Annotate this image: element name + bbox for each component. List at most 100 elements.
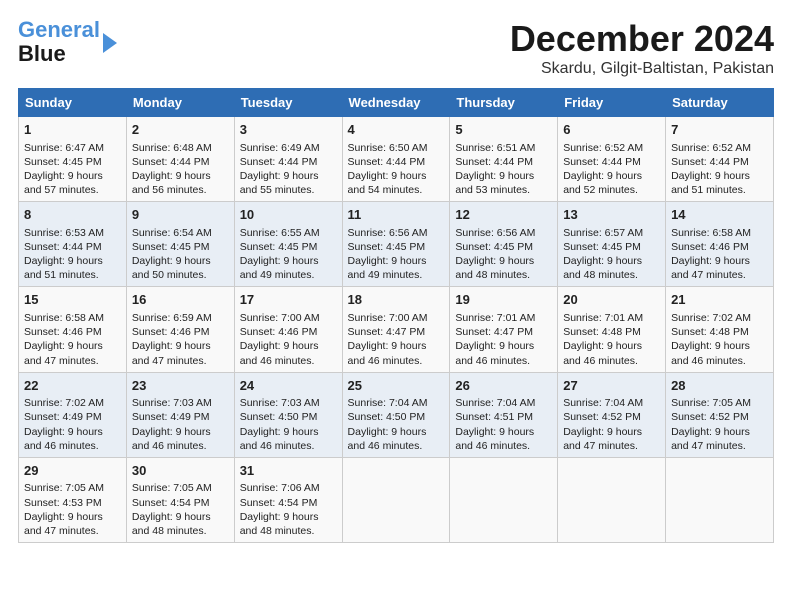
day-info: Sunrise: 7:04 AM	[455, 396, 552, 410]
day-number: 21	[671, 291, 768, 309]
day-info: and 47 minutes.	[24, 354, 121, 368]
calendar-cell: 24Sunrise: 7:03 AMSunset: 4:50 PMDayligh…	[234, 372, 342, 457]
day-info: Sunset: 4:49 PM	[24, 410, 121, 424]
calendar-cell: 23Sunrise: 7:03 AMSunset: 4:49 PMDayligh…	[126, 372, 234, 457]
logo-text-block: General Blue	[18, 18, 117, 66]
day-info: Sunrise: 6:58 AM	[671, 226, 768, 240]
day-info: Daylight: 9 hours	[455, 339, 552, 353]
day-info: Sunset: 4:44 PM	[563, 155, 660, 169]
day-info: Sunset: 4:46 PM	[24, 325, 121, 339]
calendar-cell: 7Sunrise: 6:52 AMSunset: 4:44 PMDaylight…	[666, 117, 774, 202]
day-info: Sunset: 4:44 PM	[132, 155, 229, 169]
calendar-cell: 12Sunrise: 6:56 AMSunset: 4:45 PMDayligh…	[450, 202, 558, 287]
week-row: 15Sunrise: 6:58 AMSunset: 4:46 PMDayligh…	[19, 287, 774, 372]
day-info: and 46 minutes.	[348, 439, 445, 453]
day-info: Daylight: 9 hours	[24, 254, 121, 268]
day-number: 4	[348, 121, 445, 139]
calendar-cell: 11Sunrise: 6:56 AMSunset: 4:45 PMDayligh…	[342, 202, 450, 287]
day-info: Sunrise: 7:05 AM	[24, 481, 121, 495]
day-info: and 46 minutes.	[455, 354, 552, 368]
calendar-cell: 3Sunrise: 6:49 AMSunset: 4:44 PMDaylight…	[234, 117, 342, 202]
location: Skardu, Gilgit-Baltistan, Pakistan	[510, 60, 774, 78]
calendar-cell	[450, 457, 558, 542]
calendar-cell: 30Sunrise: 7:05 AMSunset: 4:54 PMDayligh…	[126, 457, 234, 542]
calendar-cell: 22Sunrise: 7:02 AMSunset: 4:49 PMDayligh…	[19, 372, 127, 457]
day-info: Sunset: 4:49 PM	[132, 410, 229, 424]
logo: General Blue	[18, 18, 117, 66]
calendar-cell: 14Sunrise: 6:58 AMSunset: 4:46 PMDayligh…	[666, 202, 774, 287]
day-info: Sunset: 4:45 PM	[455, 240, 552, 254]
day-info: and 47 minutes.	[24, 524, 121, 538]
day-info: Sunset: 4:45 PM	[348, 240, 445, 254]
day-info: and 46 minutes.	[455, 439, 552, 453]
day-info: Sunrise: 6:48 AM	[132, 141, 229, 155]
calendar-cell: 1Sunrise: 6:47 AMSunset: 4:45 PMDaylight…	[19, 117, 127, 202]
column-header-tuesday: Tuesday	[234, 89, 342, 117]
day-number: 18	[348, 291, 445, 309]
week-row: 29Sunrise: 7:05 AMSunset: 4:53 PMDayligh…	[19, 457, 774, 542]
day-info: Daylight: 9 hours	[24, 339, 121, 353]
calendar-cell: 16Sunrise: 6:59 AMSunset: 4:46 PMDayligh…	[126, 287, 234, 372]
column-header-friday: Friday	[558, 89, 666, 117]
calendar-cell: 26Sunrise: 7:04 AMSunset: 4:51 PMDayligh…	[450, 372, 558, 457]
day-info: Daylight: 9 hours	[671, 169, 768, 183]
week-row: 8Sunrise: 6:53 AMSunset: 4:44 PMDaylight…	[19, 202, 774, 287]
day-info: Daylight: 9 hours	[132, 425, 229, 439]
day-info: Daylight: 9 hours	[24, 510, 121, 524]
day-info: Daylight: 9 hours	[132, 254, 229, 268]
day-number: 22	[24, 377, 121, 395]
column-header-saturday: Saturday	[666, 89, 774, 117]
day-number: 1	[24, 121, 121, 139]
day-info: Sunrise: 6:53 AM	[24, 226, 121, 240]
day-number: 23	[132, 377, 229, 395]
day-number: 19	[455, 291, 552, 309]
day-info: Sunset: 4:45 PM	[132, 240, 229, 254]
day-info: and 48 minutes.	[240, 524, 337, 538]
day-info: Daylight: 9 hours	[348, 339, 445, 353]
day-info: and 46 minutes.	[240, 354, 337, 368]
day-info: Sunset: 4:47 PM	[348, 325, 445, 339]
day-info: and 47 minutes.	[563, 439, 660, 453]
title-block: December 2024 Skardu, Gilgit-Baltistan, …	[510, 18, 774, 78]
day-info: Daylight: 9 hours	[671, 425, 768, 439]
day-info: and 52 minutes.	[563, 183, 660, 197]
day-number: 3	[240, 121, 337, 139]
day-info: Sunrise: 7:02 AM	[671, 311, 768, 325]
day-number: 5	[455, 121, 552, 139]
day-info: and 46 minutes.	[563, 354, 660, 368]
column-header-wednesday: Wednesday	[342, 89, 450, 117]
day-info: and 46 minutes.	[348, 354, 445, 368]
calendar-cell: 10Sunrise: 6:55 AMSunset: 4:45 PMDayligh…	[234, 202, 342, 287]
day-info: Daylight: 9 hours	[671, 339, 768, 353]
day-info: Sunset: 4:48 PM	[563, 325, 660, 339]
calendar-cell: 28Sunrise: 7:05 AMSunset: 4:52 PMDayligh…	[666, 372, 774, 457]
day-info: Sunset: 4:44 PM	[24, 240, 121, 254]
day-info: and 49 minutes.	[348, 268, 445, 282]
day-number: 31	[240, 462, 337, 480]
day-info: Sunrise: 7:04 AM	[348, 396, 445, 410]
calendar-cell: 5Sunrise: 6:51 AMSunset: 4:44 PMDaylight…	[450, 117, 558, 202]
day-number: 11	[348, 206, 445, 224]
logo-text: General Blue	[18, 18, 100, 66]
day-info: Daylight: 9 hours	[240, 254, 337, 268]
day-info: Daylight: 9 hours	[132, 339, 229, 353]
day-info: Sunrise: 6:54 AM	[132, 226, 229, 240]
day-info: and 55 minutes.	[240, 183, 337, 197]
day-info: and 48 minutes.	[132, 524, 229, 538]
day-info: Daylight: 9 hours	[240, 339, 337, 353]
calendar-cell: 9Sunrise: 6:54 AMSunset: 4:45 PMDaylight…	[126, 202, 234, 287]
day-info: and 46 minutes.	[240, 439, 337, 453]
calendar-cell: 6Sunrise: 6:52 AMSunset: 4:44 PMDaylight…	[558, 117, 666, 202]
day-info: Sunrise: 6:52 AM	[671, 141, 768, 155]
week-row: 22Sunrise: 7:02 AMSunset: 4:49 PMDayligh…	[19, 372, 774, 457]
day-info: Daylight: 9 hours	[24, 425, 121, 439]
day-info: and 46 minutes.	[132, 439, 229, 453]
day-info: Sunset: 4:54 PM	[240, 496, 337, 510]
column-header-sunday: Sunday	[19, 89, 127, 117]
day-info: and 54 minutes.	[348, 183, 445, 197]
day-info: Sunrise: 7:04 AM	[563, 396, 660, 410]
day-info: Daylight: 9 hours	[132, 510, 229, 524]
day-info: Sunrise: 6:56 AM	[455, 226, 552, 240]
calendar-table: SundayMondayTuesdayWednesdayThursdayFrid…	[18, 88, 774, 543]
day-info: Sunset: 4:46 PM	[671, 240, 768, 254]
